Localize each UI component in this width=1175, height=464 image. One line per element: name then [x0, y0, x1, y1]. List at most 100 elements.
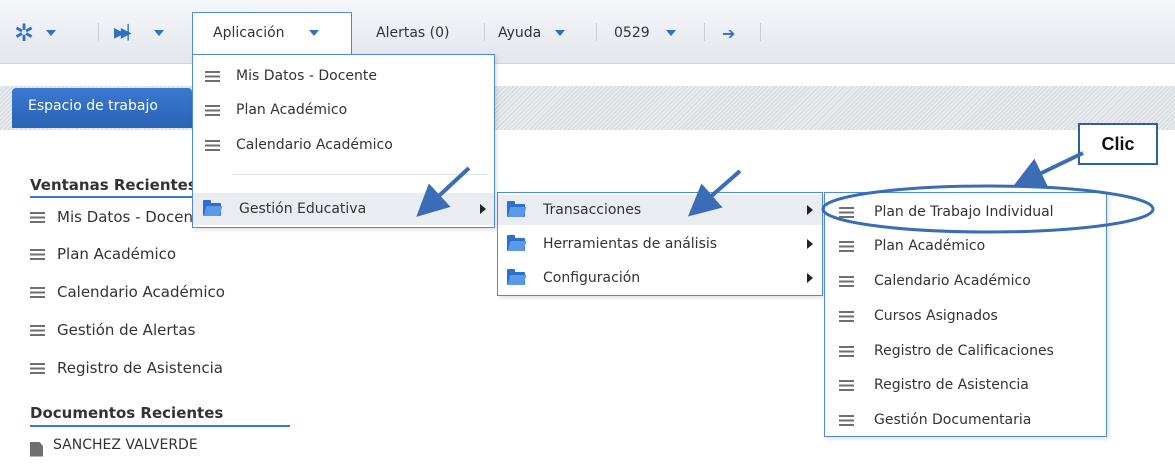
chevron-down-icon: [665, 30, 676, 36]
menu-item-academic-plan[interactable]: Plan Académico: [825, 231, 985, 261]
recent-document-label: SANCHEZ VALVERDE: [53, 437, 198, 453]
menu-item-educational-management[interactable]: Gestión Educativa: [193, 193, 494, 225]
recent-window-label: Calendario Académico: [57, 283, 225, 301]
chevron-right-icon: [807, 273, 813, 283]
folder-icon: [507, 200, 525, 217]
recent-window-item[interactable]: Calendario Académico: [30, 281, 225, 303]
list-icon: [30, 324, 45, 336]
menu-item-label: Registro de Calificaciones: [874, 343, 1054, 359]
menu-item-label: Cursos Asignados: [874, 308, 998, 324]
toolbar-divider: [760, 23, 761, 41]
menu-item-academic-plan[interactable]: Plan Académico: [193, 97, 347, 123]
list-icon: [839, 414, 854, 426]
menu-item-transactions[interactable]: Transacciones: [498, 195, 822, 225]
menu-item-configuration[interactable]: Configuración: [498, 263, 822, 293]
menu-item-attendance-register[interactable]: Registro de Asistencia: [825, 370, 1029, 400]
menu-item-label: Plan Académico: [874, 238, 986, 254]
menu-item-assigned-courses[interactable]: Cursos Asignados: [825, 301, 998, 331]
recent-window-item[interactable]: Mis Datos - Docente: [30, 206, 208, 228]
menu-item-grades-register[interactable]: Registro de Calificaciones: [825, 336, 1054, 366]
list-icon: [839, 206, 854, 218]
menu-item-label: Plan Académico: [236, 102, 348, 118]
menu-item-analysis-tools[interactable]: Herramientas de análisis: [498, 229, 822, 259]
recent-window-label: Gestión de Alertas: [57, 321, 196, 339]
list-icon: [839, 275, 854, 287]
toolbar-divider: [484, 23, 485, 41]
list-icon: [205, 104, 220, 116]
list-icon: [839, 310, 854, 322]
divider: [30, 425, 290, 427]
tab-workspace[interactable]: Espacio de trabajo: [12, 88, 192, 128]
alerts-link[interactable]: Alertas (0): [376, 22, 449, 44]
list-icon: [205, 70, 220, 82]
help-menu-button[interactable]: Ayuda: [498, 22, 566, 44]
folder-icon: [507, 268, 525, 285]
toolbar-divider: [704, 23, 705, 41]
menu-item-academic-calendar[interactable]: Calendario Académico: [825, 266, 1031, 296]
application-menu-label: Aplicación: [213, 25, 285, 41]
folder-icon: [507, 234, 525, 251]
list-icon: [839, 240, 854, 252]
menu-item-label: Registro de Asistencia: [874, 377, 1029, 393]
list-icon: [30, 248, 45, 260]
menu-item-label: Calendario Académico: [874, 273, 1031, 289]
chevron-down-icon: [154, 30, 165, 36]
fast-forward-menu-button[interactable]: ▶▶▏: [114, 22, 165, 44]
recent-window-label: Mis Datos - Docente: [57, 208, 209, 226]
top-toolbar: [0, 0, 1175, 64]
educational-management-submenu: Transacciones Herramientas de análisis C…: [497, 192, 823, 296]
recent-window-label: Registro de Asistencia: [57, 359, 223, 377]
alerts-label: Alertas (0): [376, 25, 450, 41]
chevron-down-icon: [555, 30, 566, 36]
chevron-down-icon: [46, 30, 57, 36]
application-menu-label-wrap: Aplicación: [213, 22, 319, 44]
list-icon: [30, 211, 45, 223]
logout-button[interactable]: ➔: [722, 22, 735, 44]
list-icon: [205, 139, 220, 151]
menu-item-label: Mis Datos - Docente: [236, 68, 378, 84]
logout-icon: ➔: [722, 23, 736, 43]
document-icon: [30, 441, 43, 457]
help-label: Ayuda: [498, 25, 542, 41]
menu-divider: [233, 174, 489, 175]
list-icon: [30, 286, 45, 298]
recent-documents-title: Documentos Recientes: [30, 404, 224, 422]
menu-item-label: Plan de Trabajo Individual: [874, 204, 1054, 220]
menu-item-label: Herramientas de análisis: [543, 236, 718, 252]
menu-item-label: Gestión Documentaria: [874, 412, 1032, 428]
list-icon: [30, 362, 45, 374]
user-code-menu-button[interactable]: 0529: [614, 22, 676, 44]
list-icon: [839, 345, 854, 357]
fast-forward-icon: ▶▶▏: [114, 25, 138, 41]
tab-workspace-label: Espacio de trabajo: [28, 98, 158, 114]
toolbar-divider: [596, 23, 597, 41]
list-icon: [839, 379, 854, 391]
recent-document-item[interactable]: SANCHEZ VALVERDE: [30, 434, 198, 457]
recent-window-item[interactable]: Gestión de Alertas: [30, 319, 195, 341]
asterisk-icon: ✲: [14, 19, 35, 47]
menu-item-my-data[interactable]: Mis Datos - Docente: [193, 63, 377, 89]
menu-item-academic-calendar[interactable]: Calendario Académico: [193, 132, 393, 158]
favorites-menu-button[interactable]: ✲: [14, 19, 57, 47]
menu-item-label: Configuración: [543, 270, 641, 286]
click-callout: Clic: [1078, 123, 1158, 165]
recent-window-item[interactable]: Registro de Asistencia: [30, 357, 223, 379]
folder-icon: [203, 199, 221, 216]
recent-window-label: Plan Académico: [57, 245, 177, 263]
menu-item-label: Calendario Académico: [236, 137, 393, 153]
recent-windows-title: Ventanas Recientes: [30, 176, 197, 194]
annotation-arrow: [1012, 151, 1084, 188]
menu-item-label: Transacciones: [543, 202, 642, 218]
menu-item-document-management[interactable]: Gestión Documentaria: [825, 405, 1031, 435]
chevron-right-icon: [807, 205, 813, 215]
menu-item-label: Gestión Educativa: [239, 201, 367, 217]
chevron-down-icon: [308, 30, 319, 36]
transactions-submenu: Plan de Trabajo Individual Plan Académic…: [824, 192, 1107, 437]
toolbar-divider: [98, 23, 99, 41]
recent-window-item[interactable]: Plan Académico: [30, 243, 176, 265]
chevron-right-icon: [480, 204, 486, 214]
chevron-right-icon: [807, 239, 813, 249]
user-code-label: 0529: [614, 25, 650, 41]
menu-item-individual-work-plan[interactable]: Plan de Trabajo Individual: [825, 197, 1054, 227]
application-menu: Mis Datos - Docente Plan Académico Calen…: [192, 54, 495, 228]
